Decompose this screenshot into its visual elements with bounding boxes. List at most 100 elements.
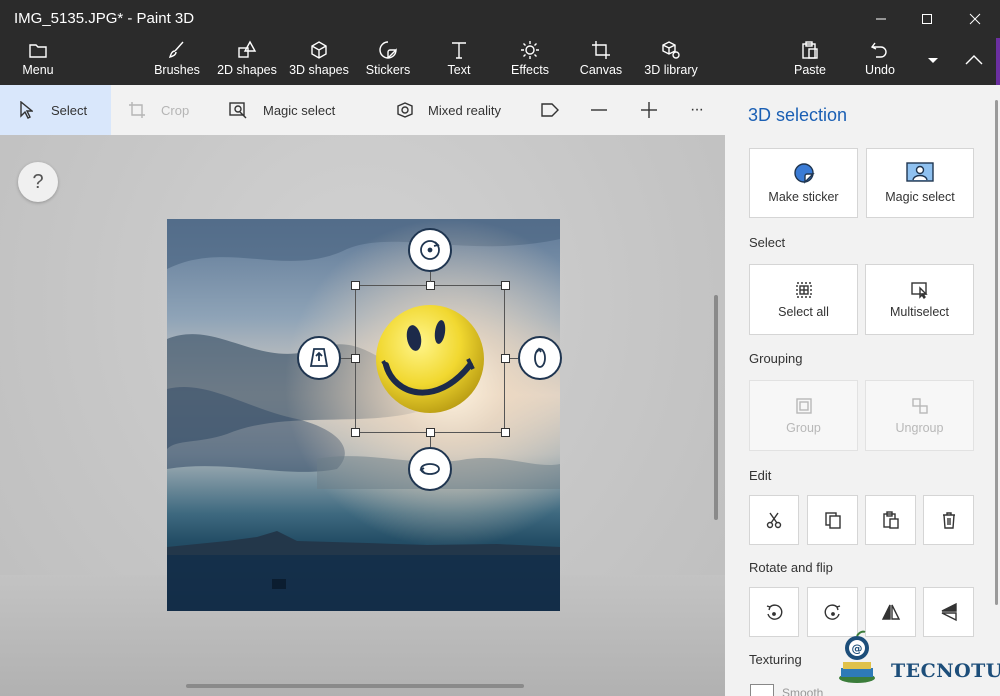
depth-push-icon	[309, 348, 329, 367]
help-button[interactable]: ?	[18, 162, 58, 202]
title-bar: IMG_5135.JPG* - Paint 3D	[0, 0, 1000, 38]
flip-vertical-icon	[941, 602, 957, 622]
more-options-button[interactable]: ···	[690, 85, 712, 135]
stickers-label: Stickers	[365, 63, 411, 77]
cut-button[interactable]	[749, 495, 799, 545]
panel-title: 3D selection	[748, 105, 848, 125]
brushes-button[interactable]: Brushes	[150, 38, 204, 85]
sun-icon	[521, 41, 539, 59]
3d-shapes-label: 3D shapes	[289, 63, 349, 77]
text-icon	[452, 42, 466, 59]
resize-handle-bottom-right[interactable]	[501, 428, 510, 437]
resize-handle-top-left[interactable]	[351, 281, 360, 290]
canvas-horizontal-scrollbar[interactable]	[186, 684, 524, 688]
rotate-x-handle[interactable]	[518, 336, 562, 380]
scissors-icon	[766, 512, 782, 529]
crop-icon	[129, 102, 145, 118]
magic-select-tool[interactable]: Magic select	[229, 85, 349, 135]
grouping-section-label: Grouping	[749, 351, 803, 366]
panel-scrollbar[interactable]	[995, 100, 998, 605]
z-depth-handle[interactable]	[297, 336, 341, 380]
2d-shapes-icon	[238, 40, 257, 58]
rotate-left-icon	[766, 604, 783, 620]
collapse-ribbon-button[interactable]	[958, 38, 990, 85]
rotate-y-handle[interactable]	[408, 447, 452, 491]
rotate-left-button[interactable]	[749, 587, 799, 637]
undo-button[interactable]: Undo	[860, 38, 900, 85]
group-button[interactable]: Group	[749, 380, 858, 451]
watermark-logo-icon: @	[839, 630, 875, 683]
3d-selection-panel: 3D selection Make sticker Magic select S…	[725, 85, 1000, 696]
handle-connector	[430, 437, 431, 447]
mixed-reality-tool[interactable]: Mixed reality	[395, 85, 510, 135]
delete-button[interactable]	[923, 495, 974, 545]
resize-handle-top-right[interactable]	[501, 281, 510, 290]
window-title: IMG_5135.JPG* - Paint 3D	[14, 10, 195, 27]
multiselect-button[interactable]: Multiselect	[865, 264, 974, 335]
magic-select-icon	[229, 102, 247, 119]
paste-icon	[802, 41, 818, 59]
select-tool[interactable]: Select	[0, 85, 111, 135]
chevron-up-icon	[965, 55, 983, 65]
handle-connector	[341, 358, 351, 359]
make-sticker-label: Make sticker	[768, 190, 839, 204]
sticker-icon	[379, 41, 397, 59]
select-all-icon	[795, 281, 812, 298]
smooth-label: Smooth	[782, 686, 824, 696]
rotate-flip-section-label: Rotate and flip	[749, 560, 833, 575]
resize-handle-bottom[interactable]	[426, 428, 435, 437]
undo-label: Undo	[865, 63, 895, 77]
smooth-checkbox[interactable]	[750, 684, 774, 696]
rotate-y-icon	[419, 463, 440, 475]
zoom-out-button[interactable]	[590, 85, 610, 135]
resize-handle-left[interactable]	[351, 354, 360, 363]
resize-handle-top[interactable]	[426, 281, 435, 290]
canvas-label: Canvas	[579, 63, 623, 77]
trash-icon	[942, 512, 955, 529]
canvas-icon	[592, 41, 610, 59]
copy-button[interactable]	[807, 495, 858, 545]
sticker-icon	[793, 163, 815, 184]
texturing-section-label: Texturing	[749, 652, 802, 667]
resize-handle-right[interactable]	[501, 354, 510, 363]
close-icon	[969, 13, 981, 25]
paste-button[interactable]	[865, 495, 916, 545]
caret-down-icon	[928, 58, 938, 63]
minus-icon	[591, 109, 607, 111]
handle-connector	[430, 272, 431, 282]
effects-button[interactable]: Effects	[508, 38, 552, 85]
zoom-in-button[interactable]	[640, 85, 660, 135]
crop-tool[interactable]: Crop	[128, 85, 208, 135]
select-all-button[interactable]: Select all	[749, 264, 858, 335]
rotate-z-handle[interactable]	[408, 228, 452, 272]
stickers-button[interactable]: Stickers	[364, 38, 412, 85]
ungroup-button[interactable]: Ungroup	[865, 380, 974, 451]
folder-icon	[29, 44, 47, 58]
copy-icon	[824, 512, 841, 529]
canvas-button[interactable]: Canvas	[578, 38, 624, 85]
menu-label: Menu	[22, 63, 54, 77]
text-button[interactable]: Text	[440, 38, 478, 85]
minimize-button[interactable]	[858, 6, 904, 32]
paste-label: Paste	[794, 63, 826, 77]
select-all-label: Select all	[778, 304, 829, 319]
menu-button[interactable]: Menu	[18, 38, 58, 85]
flip-horizontal-icon	[881, 604, 900, 620]
history-dropdown-button[interactable]	[918, 38, 948, 85]
maximize-button[interactable]	[904, 6, 950, 32]
panel-magic-select-button[interactable]: Magic select	[866, 148, 974, 218]
make-sticker-button[interactable]: Make sticker	[749, 148, 858, 218]
maximize-icon	[922, 14, 932, 24]
resize-handle-bottom-left[interactable]	[351, 428, 360, 437]
3d-library-button[interactable]: 3D library	[642, 38, 700, 85]
2d-shapes-button[interactable]: 2D shapes	[216, 38, 278, 85]
rotate-right-icon	[824, 604, 840, 620]
paste-button[interactable]: Paste	[790, 38, 830, 85]
canvas-vertical-scrollbar[interactable]	[714, 295, 718, 520]
3d-shapes-button[interactable]: 3D shapes	[288, 38, 350, 85]
view-3d-button[interactable]	[540, 85, 562, 135]
selection-box	[355, 285, 505, 433]
brushes-label: Brushes	[154, 63, 200, 77]
close-button[interactable]	[952, 6, 998, 32]
cube-icon	[311, 41, 327, 59]
